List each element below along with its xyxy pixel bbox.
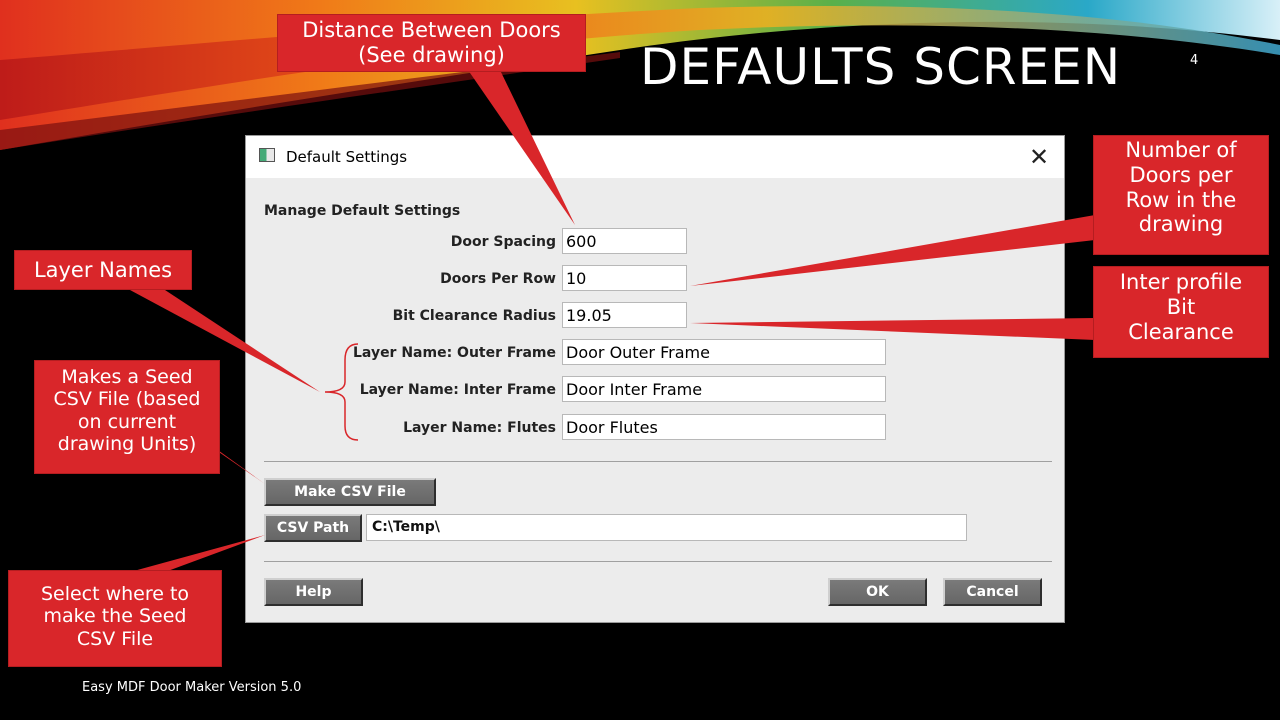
callout-doors-per-row: Number of Doors per Row in the drawing bbox=[1093, 135, 1269, 255]
csv-path-button[interactable]: CSV Path bbox=[264, 514, 362, 542]
inter-frame-label: Layer Name: Inter Frame bbox=[359, 382, 556, 398]
callout-text: Row in the bbox=[1125, 187, 1237, 212]
slide-title: DEFAULTS SCREEN bbox=[640, 38, 1122, 96]
callout-layer-names: Layer Names bbox=[14, 250, 192, 290]
slide-footer: Easy MDF Door Maker Version 5.0 bbox=[82, 680, 302, 695]
ok-button[interactable]: OK bbox=[828, 578, 927, 606]
door-spacing-label: Door Spacing bbox=[450, 234, 556, 250]
callout-text: (See drawing) bbox=[358, 42, 505, 67]
cancel-button[interactable]: Cancel bbox=[943, 578, 1042, 606]
dialog-title: Default Settings bbox=[286, 148, 408, 166]
callout-text: on current bbox=[77, 410, 177, 433]
callout-text: CSV File bbox=[76, 627, 154, 650]
default-settings-dialog: Default Settings ✕ Manage Default Settin… bbox=[245, 135, 1065, 623]
callout-text: Bit bbox=[1166, 294, 1196, 319]
bit-clearance-input[interactable]: 19.05 bbox=[562, 302, 687, 328]
doors-per-row-input[interactable]: 10 bbox=[562, 265, 687, 291]
door-spacing-input[interactable]: 600 bbox=[562, 228, 687, 254]
callout-select-csv: Select where to make the Seed CSV File bbox=[8, 570, 222, 667]
callout-text: Number of bbox=[1125, 138, 1237, 162]
callout-text: drawing bbox=[1138, 212, 1224, 237]
help-button[interactable]: Help bbox=[264, 578, 363, 606]
separator bbox=[264, 561, 1052, 562]
doors-per-row-label: Doors Per Row bbox=[440, 271, 556, 287]
callout-text: make the Seed bbox=[43, 605, 187, 628]
section-label: Manage Default Settings bbox=[264, 203, 461, 219]
callout-text: Inter profile bbox=[1119, 270, 1243, 294]
inter-frame-input[interactable]: Door Inter Frame bbox=[562, 376, 886, 402]
make-csv-button[interactable]: Make CSV File bbox=[264, 478, 436, 506]
bit-clearance-label: Bit Clearance Radius bbox=[392, 308, 556, 324]
callout-text: Select where to bbox=[40, 583, 190, 605]
callout-inter-profile: Inter profile Bit Clearance bbox=[1093, 266, 1269, 358]
callout-text: drawing Units) bbox=[57, 433, 197, 456]
separator bbox=[264, 461, 1052, 462]
dialog-titlebar[interactable]: Default Settings ✕ bbox=[246, 136, 1064, 178]
outer-frame-input[interactable]: Door Outer Frame bbox=[562, 339, 886, 365]
flutes-label: Layer Name: Flutes bbox=[403, 420, 556, 436]
callout-text: Doors per bbox=[1129, 162, 1233, 187]
callout-text: Makes a Seed bbox=[61, 366, 193, 388]
callout-seed-csv: Makes a Seed CSV File (based on current … bbox=[34, 360, 220, 474]
app-window-icon bbox=[259, 148, 275, 162]
slide-number: 4 bbox=[1190, 53, 1199, 68]
flutes-input[interactable]: Door Flutes bbox=[562, 414, 886, 440]
callout-text: CSV File (based bbox=[53, 388, 201, 411]
csv-path-input[interactable]: C:\Temp\ bbox=[366, 514, 967, 541]
outer-frame-label: Layer Name: Outer Frame bbox=[353, 345, 556, 361]
callout-text: Clearance bbox=[1128, 319, 1234, 344]
close-icon[interactable]: ✕ bbox=[1024, 142, 1054, 172]
callout-distance: Distance Between Doors (See drawing) bbox=[277, 14, 586, 72]
callout-text: Distance Between Doors bbox=[302, 18, 561, 42]
